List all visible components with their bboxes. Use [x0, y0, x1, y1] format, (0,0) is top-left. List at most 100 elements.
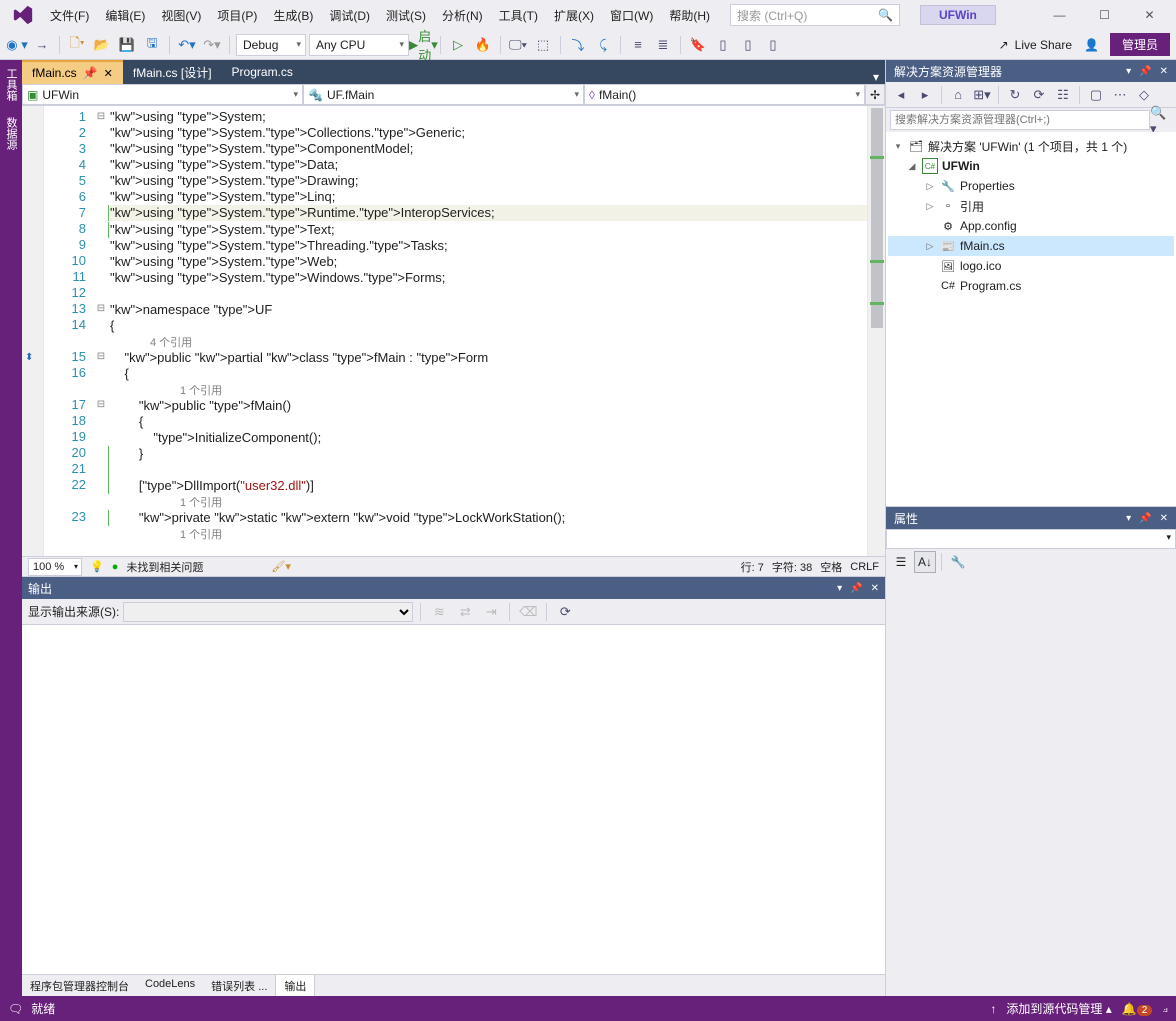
tab-output[interactable]: 输出	[275, 974, 315, 996]
preview-icon[interactable]: ◇	[1133, 84, 1155, 106]
panel-dropdown-icon[interactable]: ▾	[1126, 513, 1131, 524]
window-close[interactable]: ✕	[1127, 1, 1172, 29]
start-without-debug-icon[interactable]: ▷	[447, 34, 469, 56]
indent-more-icon[interactable]: ≣	[652, 34, 674, 56]
window-minimize[interactable]: —	[1037, 1, 1082, 29]
menu-project[interactable]: 项目(P)	[209, 3, 265, 28]
solution-search-input[interactable]	[890, 110, 1150, 130]
panel-close-icon[interactable]: ✕	[1160, 66, 1168, 77]
tab-pkg-console[interactable]: 程序包管理器控制台	[22, 975, 137, 996]
categorized-icon[interactable]: ☰	[890, 551, 912, 573]
uncomment-icon[interactable]: ▯	[737, 34, 759, 56]
nav-member-combo[interactable]: ◊fMain()	[584, 84, 865, 105]
solution-explorer-header[interactable]: 解决方案资源管理器 ▾ 📌 ✕	[886, 60, 1176, 82]
menu-tools[interactable]: 工具(T)	[491, 3, 546, 28]
col-indicator[interactable]: 字符: 38	[772, 559, 812, 575]
refresh-icon[interactable]: ⟳	[1028, 84, 1050, 106]
config-combo[interactable]: Debug	[236, 34, 306, 56]
forward-icon[interactable]: ▸	[914, 84, 936, 106]
comment-icon[interactable]: ▯	[712, 34, 734, 56]
panel-pin-icon[interactable]: 📌	[1139, 513, 1151, 524]
indent-less-icon[interactable]: ≡	[627, 34, 649, 56]
sync-icon[interactable]: ↻	[1004, 84, 1026, 106]
tree-item[interactable]: ▷▫引用	[888, 196, 1174, 216]
menu-analyze[interactable]: 分析(N)	[434, 3, 491, 28]
home-icon[interactable]: ⌂	[947, 84, 969, 106]
tab-fmain-designer[interactable]: fMain.cs [设计]	[123, 60, 222, 84]
show-all-icon[interactable]: ▢	[1085, 84, 1107, 106]
output-source-combo[interactable]	[123, 602, 413, 622]
auto-scroll-icon[interactable]: ⟳	[554, 601, 576, 623]
goto-icon[interactable]: ⇥	[480, 601, 502, 623]
properties-header[interactable]: 属性 ▾ 📌 ✕	[886, 507, 1176, 529]
zoom-combo[interactable]: 100 %	[28, 558, 82, 576]
panel-close-icon[interactable]: ✕	[871, 583, 879, 594]
close-icon[interactable]: ✕	[104, 67, 113, 80]
panel-dropdown-icon[interactable]: ▾	[837, 583, 842, 594]
panel-close-icon[interactable]: ✕	[1160, 513, 1168, 524]
alphabetical-icon[interactable]: A↓	[914, 551, 936, 573]
panel-pin-icon[interactable]: 📌	[1139, 66, 1151, 77]
bookmark-icon[interactable]: 🔖	[687, 34, 709, 56]
menu-help[interactable]: 帮助(H)	[661, 3, 718, 28]
new-project-icon[interactable]: 🗋▾	[66, 34, 88, 56]
menu-view[interactable]: 视图(V)	[153, 3, 209, 28]
menu-window[interactable]: 窗口(W)	[602, 3, 661, 28]
nav-project-combo[interactable]: ▣UFWin	[22, 84, 303, 105]
hot-reload-icon[interactable]: 🔥	[472, 34, 494, 56]
tree-item[interactable]: C#Program.cs	[888, 276, 1174, 296]
menu-edit[interactable]: 编辑(E)	[97, 3, 153, 28]
back-icon[interactable]: ◂	[890, 84, 912, 106]
tab-codelens[interactable]: CodeLens	[137, 975, 203, 996]
panel-dropdown-icon[interactable]: ▾	[1126, 66, 1131, 77]
output-body[interactable]	[22, 625, 885, 974]
scm-button[interactable]: 添加到源代码管理 ▴	[1006, 1000, 1111, 1017]
start-debug-button[interactable]: ▶ 启动 ▾	[412, 34, 434, 56]
output-header[interactable]: 输出 ▾ 📌 ✕	[22, 577, 885, 599]
tree-item[interactable]: ⚙App.config	[888, 216, 1174, 236]
cleaning-icon[interactable]: 🖌▾	[271, 560, 291, 573]
nav-back-icon[interactable]: ◉ ▾	[6, 34, 28, 56]
properties-icon[interactable]: ⋯	[1109, 84, 1131, 106]
line-indicator[interactable]: 行: 7	[741, 559, 764, 575]
quick-launch-search[interactable]: 搜索 (Ctrl+Q) 🔍	[730, 4, 900, 26]
search-go-icon[interactable]: 🔍▾	[1150, 110, 1172, 132]
menu-build[interactable]: 生成(B)	[265, 3, 321, 28]
datasource-tab[interactable]: 数据源	[1, 113, 21, 154]
collapse-icon[interactable]: ☷	[1052, 84, 1074, 106]
eol-indicator[interactable]: CRLF	[850, 561, 879, 573]
step-into-icon[interactable]: ⤵	[567, 34, 589, 56]
property-pages-icon[interactable]: 🔧	[947, 551, 969, 573]
browser-link-icon[interactable]: 🖵▾	[507, 34, 529, 56]
tree-item[interactable]: 🖼logo.ico	[888, 256, 1174, 276]
menu-extensions[interactable]: 扩展(X)	[546, 3, 602, 28]
admin-badge[interactable]: 管理员	[1110, 33, 1170, 56]
tab-fmain-cs[interactable]: fMain.cs 📌 ✕	[22, 60, 123, 84]
solution-node[interactable]: ▾🗂解决方案 'UFWin' (1 个项目，共 1 个)	[888, 136, 1174, 156]
panel-pin-icon[interactable]: 📌	[850, 583, 862, 594]
redo-icon[interactable]: ↷▾	[201, 34, 223, 56]
save-all-icon[interactable]: 🖫	[141, 34, 163, 56]
menu-test[interactable]: 测试(S)	[378, 3, 434, 28]
live-share-button[interactable]: ↗ Live Share 👤	[991, 38, 1107, 52]
code-editor[interactable]: ⬍ 1234567891011121314 1516 171819202122 …	[22, 106, 885, 556]
clear-output-icon[interactable]: ≋	[428, 601, 450, 623]
tab-overflow-icon[interactable]: ▾	[867, 70, 885, 84]
notifications-icon[interactable]: 🔔2	[1122, 1002, 1153, 1016]
tree-item[interactable]: ▷🔧Properties	[888, 176, 1174, 196]
solution-tree[interactable]: ▾🗂解决方案 'UFWin' (1 个项目，共 1 个) ◢C#UFWin ▷🔧…	[886, 132, 1176, 506]
properties-object-combo[interactable]	[886, 529, 1176, 549]
code-text[interactable]: "kw">using "type">System;"kw">using "typ…	[108, 106, 867, 556]
vertical-scrollbar[interactable]	[867, 106, 885, 556]
feedback-icon[interactable]: 🗨	[8, 1002, 23, 1016]
project-name-badge[interactable]: UFWin	[920, 5, 996, 25]
menu-file[interactable]: 文件(F)	[42, 3, 97, 28]
toolbox-tab[interactable]: 工具箱	[1, 64, 21, 105]
step-over-icon[interactable]: ⤹	[592, 34, 614, 56]
tree-item[interactable]: ▷📰fMain.cs	[888, 236, 1174, 256]
reference-indicator-icon[interactable]: ⬍	[25, 352, 33, 363]
menu-debug[interactable]: 调试(D)	[321, 3, 378, 28]
properties-grid[interactable]	[886, 575, 1176, 996]
nav-forward-icon[interactable]: →	[31, 34, 53, 56]
lightbulb-icon[interactable]: 💡	[90, 560, 104, 573]
